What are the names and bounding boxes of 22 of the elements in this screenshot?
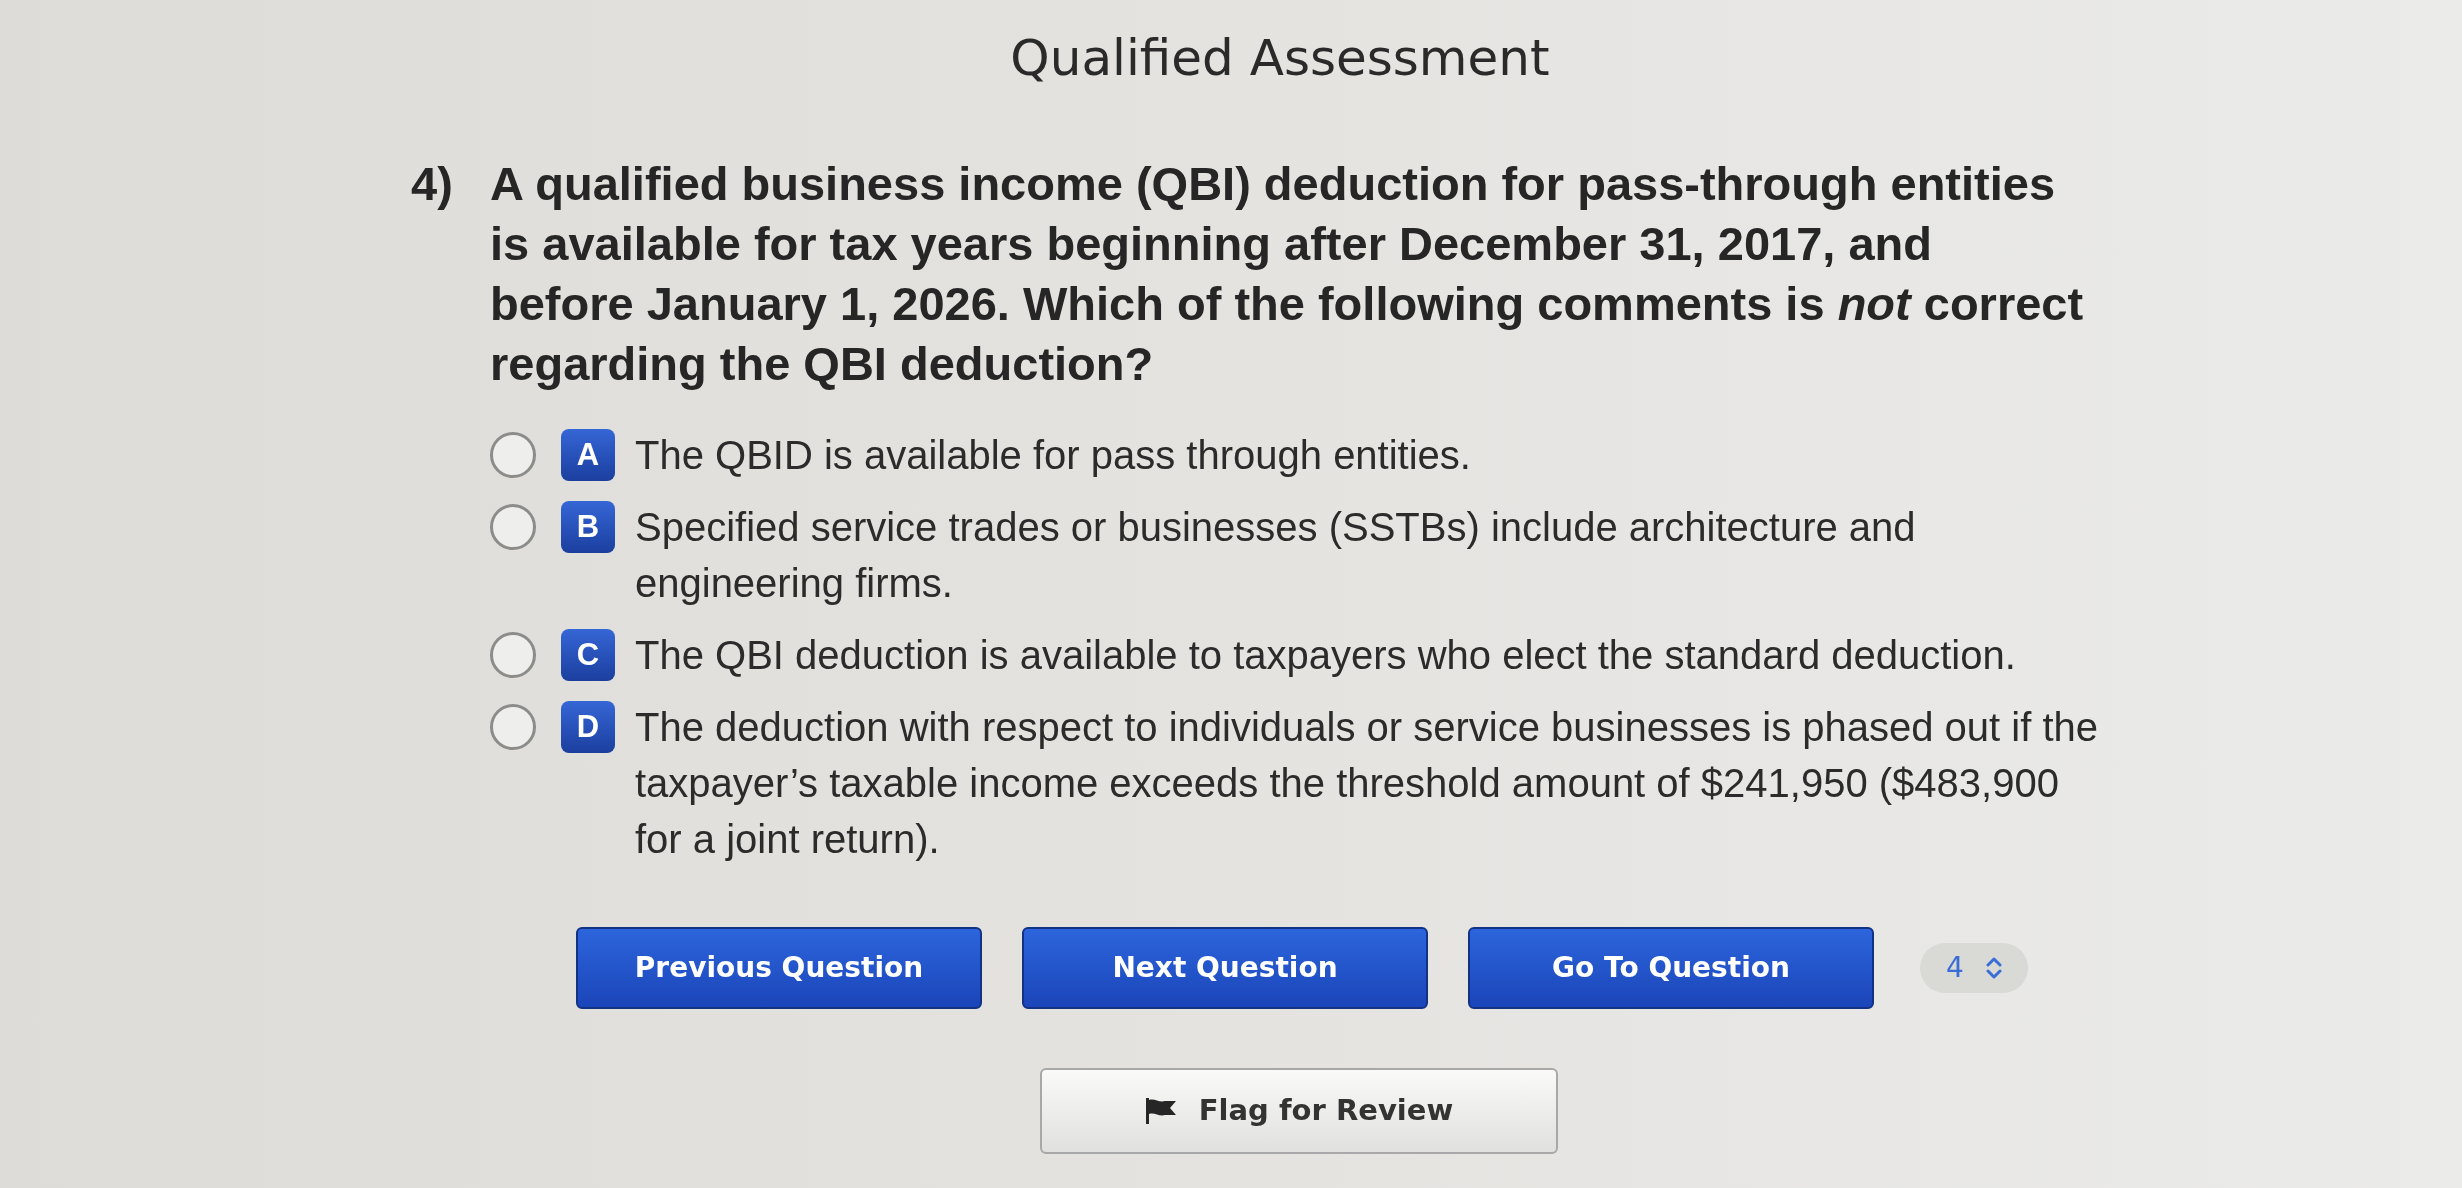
radio-button[interactable] (490, 504, 536, 550)
nav-button[interactable]: Go To Question (1468, 927, 1874, 1009)
radio-button[interactable] (490, 704, 536, 750)
question-text: A qualified business income (QBI) deduction for pass-through entities is available for tax years beginning after December 31, 2017, and before January 1, 2026. Which of the following comments is not correct regarding the QBI deduction? (490, 156, 2085, 392)
nav-button[interactable]: Previous Question (576, 927, 982, 1009)
question-number: 4) (411, 156, 454, 212)
option-text: The deduction with respect to individuals or service businesses is phased out if the taxpayer’s taxable income exceeds the threshold amount of $241,950 ($483,900 for a joint return). (635, 704, 2100, 863)
option-text: The QBID is available for pass through entities. (635, 432, 1472, 479)
option-letter: C (561, 629, 615, 681)
question-select[interactable]: 4 (1920, 943, 2028, 993)
radio-button[interactable] (490, 632, 536, 678)
option-letter: D (561, 701, 615, 753)
page-title: Qualified Assessment (1010, 28, 1550, 89)
flag-for-review-button[interactable]: Flag for Review (1040, 1068, 1558, 1154)
option-letter: A (561, 429, 615, 481)
flag-icon (1144, 1098, 1177, 1124)
radio-button[interactable] (490, 432, 536, 478)
nav-button[interactable]: Next Question (1022, 927, 1428, 1009)
option-text: Specified service trades or businesses (SSTBs) include architecture and engineering firms. (635, 504, 1917, 607)
chevron-icon (1985, 957, 2002, 979)
option-text: The QBI deduction is available to taxpayers who elect the standard deduction. (635, 632, 2017, 679)
option-letter: B (561, 501, 615, 553)
